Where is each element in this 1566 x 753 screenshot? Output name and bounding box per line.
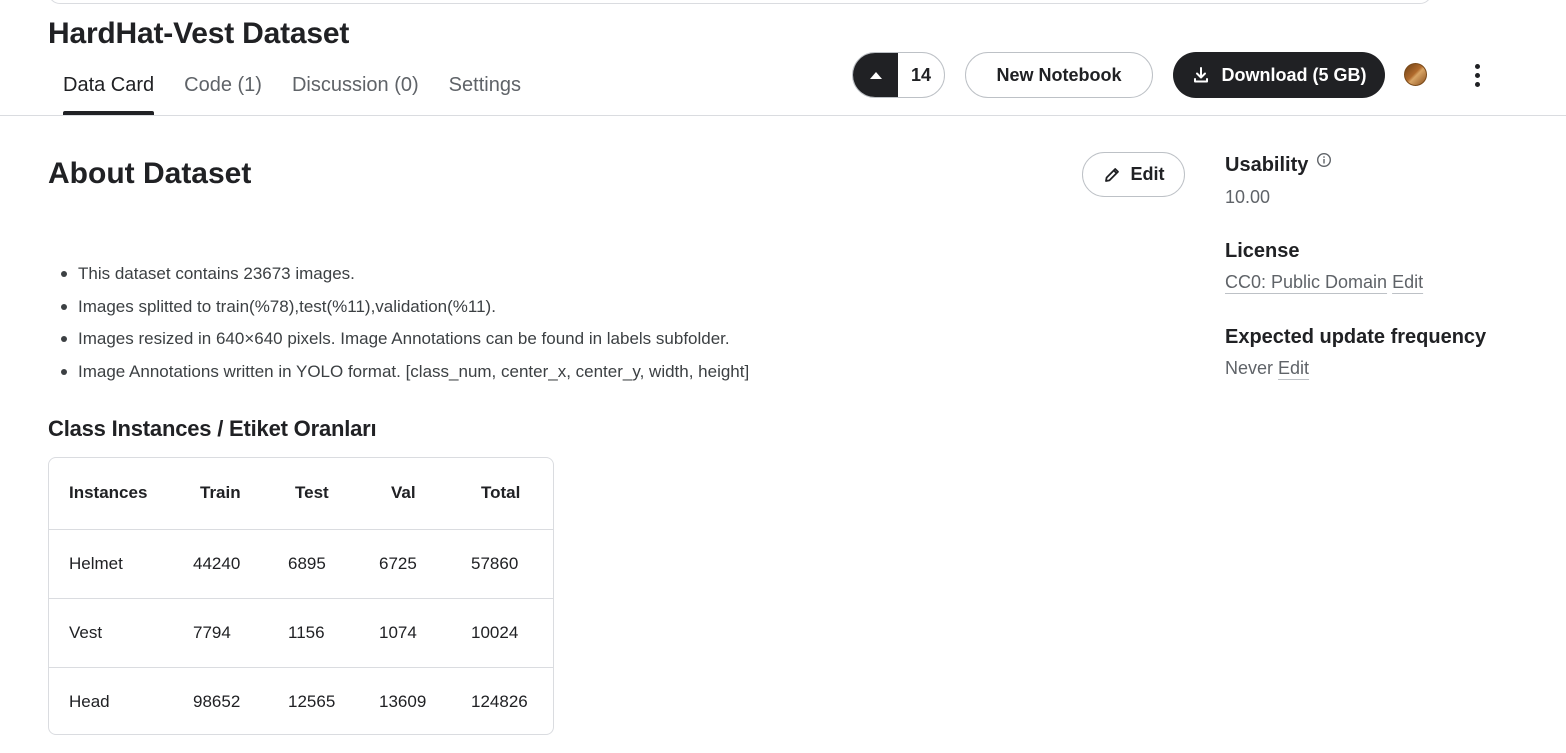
table-cell: 1156 (288, 598, 379, 668)
update-frequency-label: Expected update frequency (1225, 326, 1487, 348)
table-cell: 10024 (471, 598, 553, 668)
upvote-button[interactable] (853, 53, 898, 97)
column-header: Test (288, 458, 379, 530)
new-notebook-button[interactable]: New Notebook (965, 52, 1153, 98)
class-instances-table: Instances Train Test Val Total Helmet 44… (48, 457, 554, 735)
download-button[interactable]: Download (5 GB) (1173, 52, 1385, 98)
column-header: Train (193, 458, 288, 530)
table-cell: 6895 (288, 529, 379, 599)
license-label: License (1225, 240, 1300, 262)
list-item: Images resized in 640×640 pixels. Image … (60, 327, 749, 360)
table-header-row: Instances Train Test Val Total (49, 458, 553, 530)
table-cell: 57860 (471, 529, 553, 599)
header-divider (0, 115, 1566, 116)
list-item: This dataset contains 23673 images. (60, 262, 749, 295)
upvote-group: 14 (852, 52, 945, 98)
upvote-count: 14 (910, 64, 932, 85)
table-cell: 44240 (193, 529, 288, 599)
table-cell: 12565 (288, 691, 336, 711)
tab-data-card[interactable]: Data Card (48, 62, 169, 115)
table-cell: Helmet (49, 529, 193, 599)
usability-value: 10.00 (1225, 187, 1271, 207)
table-cell: 6725 (379, 529, 471, 599)
caret-up-icon (869, 71, 882, 79)
about-bullet-list: This dataset contains 23673 images. Imag… (60, 262, 749, 393)
about-dataset-title: About Dataset (48, 157, 252, 190)
download-label: Download (5 GB) (1221, 64, 1367, 85)
table-cell: Head (69, 691, 110, 711)
table-row: Vest 7794 1156 1074 10024 (49, 598, 553, 668)
tab-settings[interactable]: Settings (434, 62, 536, 115)
more-vert-icon[interactable] (1463, 60, 1491, 90)
update-frequency-value: Never (1225, 358, 1274, 378)
list-item: Image Annotations written in YOLO format… (60, 360, 749, 393)
license-link[interactable]: CC0: Public Domain (1225, 272, 1387, 292)
table-cell: 98652 (193, 691, 241, 711)
class-instances-heading: Class Instances / Etiket Oranları (48, 416, 377, 441)
table-cell: 1074 (379, 598, 471, 668)
usability-section: Usability (1225, 152, 1332, 177)
usability-label: Usability (1225, 154, 1309, 176)
tab-code[interactable]: Code (1) (169, 62, 277, 115)
pencil-icon (1104, 167, 1119, 182)
column-header: Total (471, 458, 553, 530)
update-frequency-row: Never Edit (1225, 358, 1309, 379)
download-icon (1193, 67, 1208, 83)
license-edit-link[interactable]: Edit (1392, 272, 1423, 292)
search-bar-edge (48, 0, 1432, 4)
info-icon[interactable] (1316, 152, 1332, 173)
update-frequency-edit-link[interactable]: Edit (1278, 358, 1309, 378)
edit-about-button[interactable]: Edit (1082, 152, 1185, 197)
tab-discussion[interactable]: Discussion (0) (277, 62, 434, 115)
column-header: Val (379, 458, 471, 530)
table-cell: Vest (49, 598, 193, 668)
edit-label: Edit (1130, 164, 1165, 184)
table-cell: 13609 (379, 691, 427, 711)
license-row: CC0: Public Domain Edit (1225, 272, 1423, 293)
dataset-tabs: Data Card Code (1) Discussion (0) Settin… (48, 62, 536, 115)
table-row: Head 98652 12565 13609 124826 (49, 667, 553, 734)
table-cell: 7794 (193, 598, 288, 668)
table-row: Helmet 44240 6895 6725 57860 (49, 529, 553, 599)
dataset-title: HardHat-Vest Dataset (48, 17, 350, 50)
table-cell: 124826 (471, 691, 528, 711)
list-item: Images splitted to train(%78),test(%11),… (60, 295, 749, 328)
user-avatar[interactable] (1404, 63, 1427, 86)
column-header: Instances (49, 458, 193, 530)
